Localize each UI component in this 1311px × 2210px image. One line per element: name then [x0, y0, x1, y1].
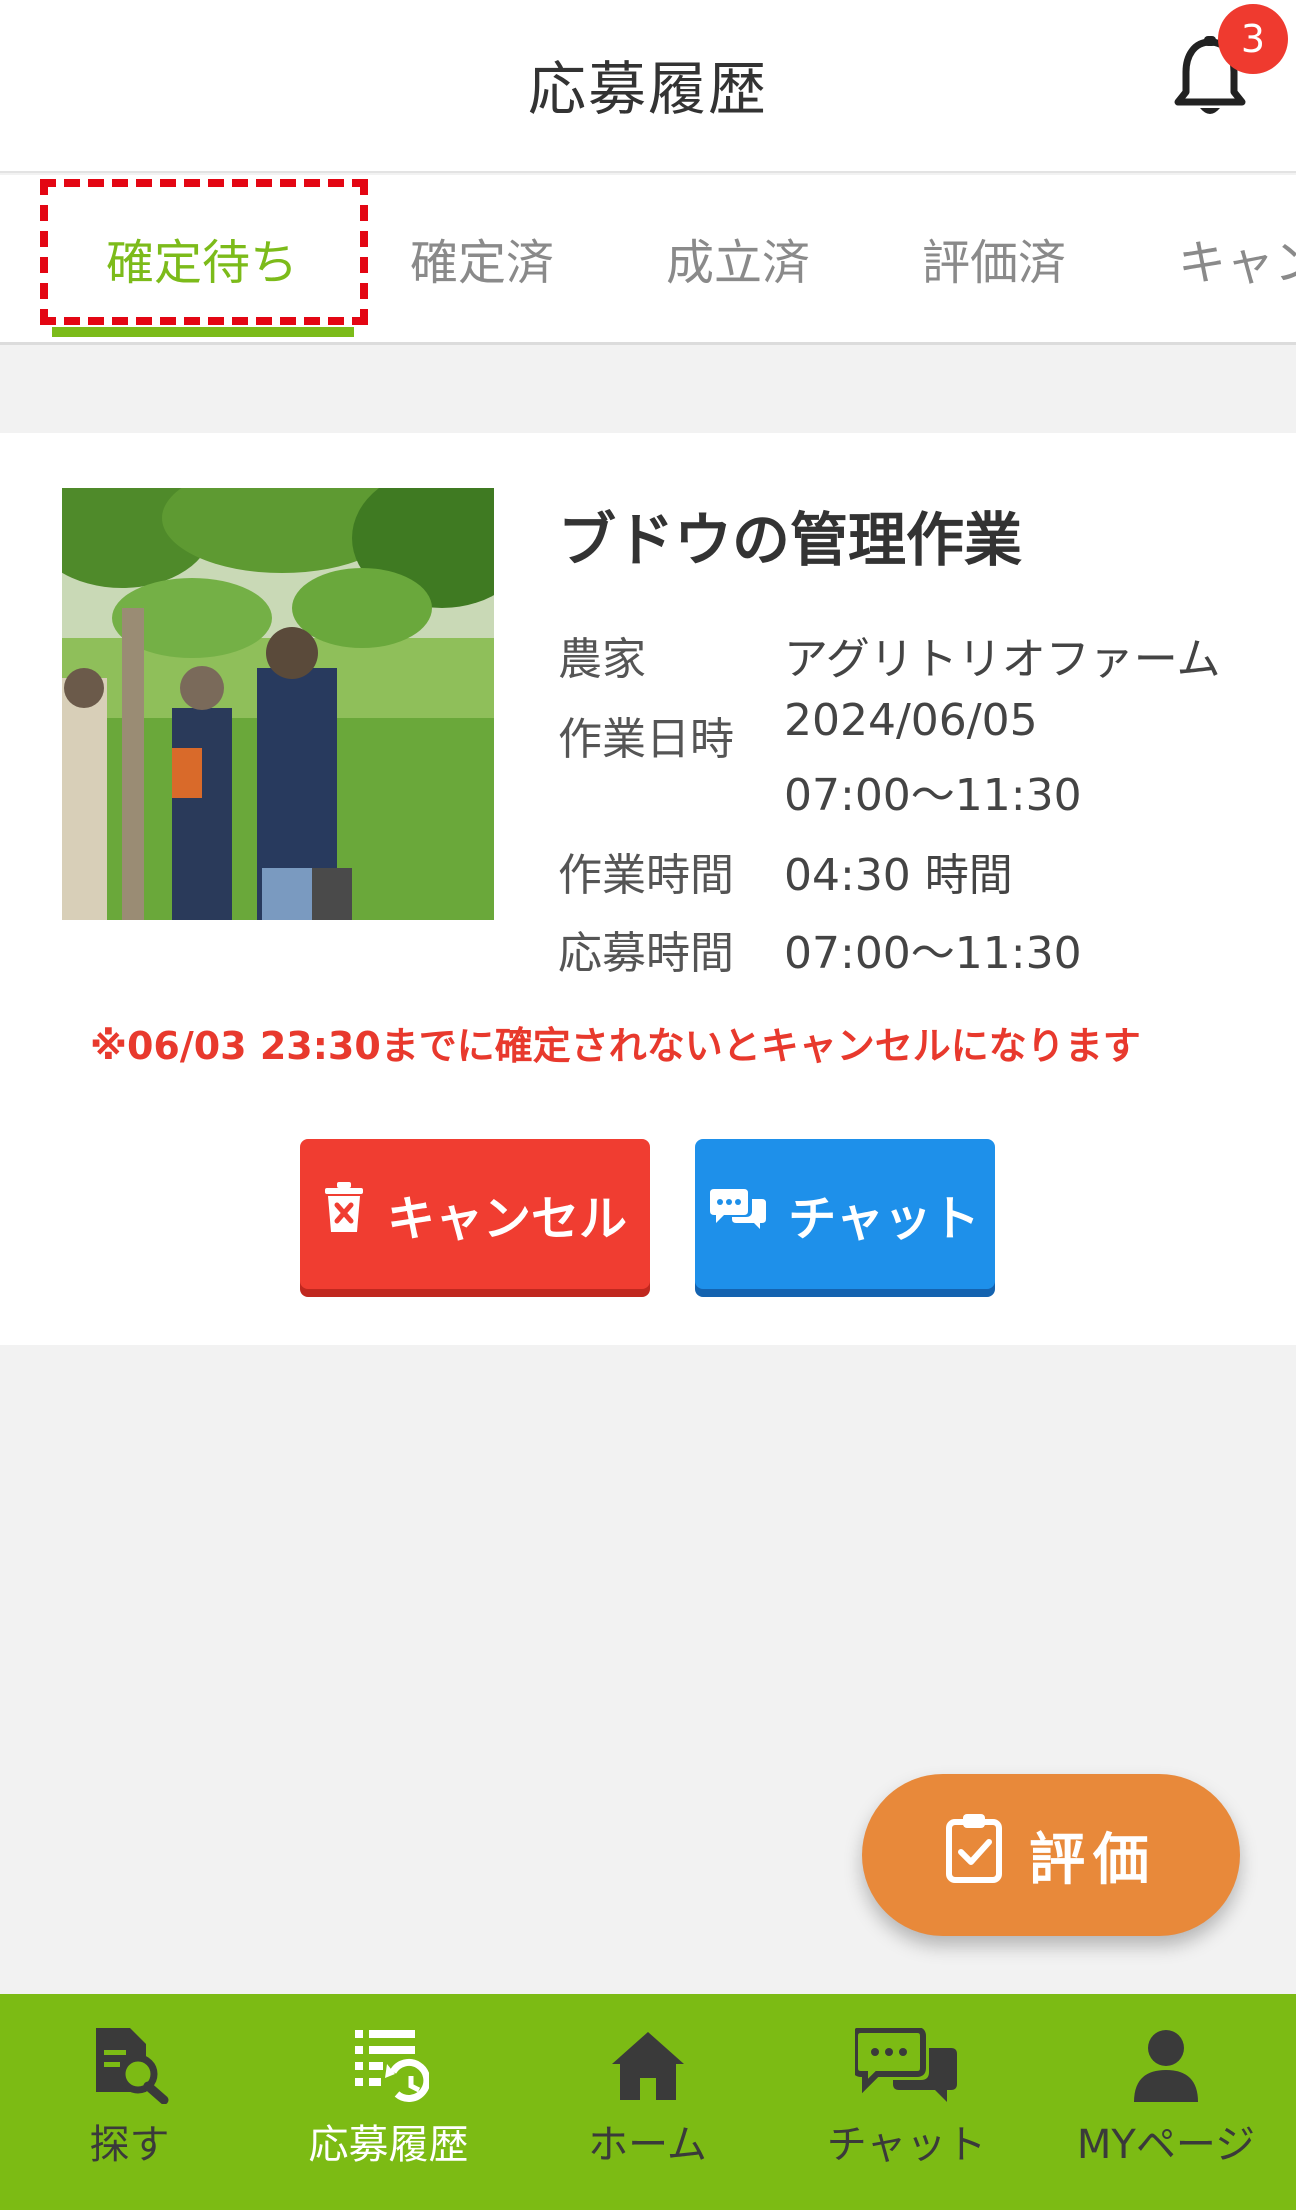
farm-value: アグリトリオファーム — [784, 634, 1221, 685]
nav-history-label: 応募履歴 — [308, 2122, 469, 2168]
application-time-value: 07:00〜11:30 — [784, 928, 1082, 979]
review-fab-label: 評価 — [1029, 1827, 1157, 1893]
job-photo[interactable] — [62, 488, 494, 920]
cancel-deadline-warning: ※06/03 23:30までに確定されないとキャンセルになります — [90, 1024, 1141, 1068]
spacer-band — [0, 345, 1296, 433]
right-gutter — [1296, 0, 1311, 2210]
tab-highlight-annotation — [40, 179, 368, 325]
work-time-value: 07:00〜11:30 — [784, 770, 1082, 821]
nav-home[interactable]: ホーム — [518, 1994, 777, 2210]
chat-button-label: チャット — [788, 1191, 980, 1247]
nav-search[interactable]: 探す — [0, 1994, 259, 2210]
work-duration-label: 作業時間 — [558, 850, 734, 901]
tab-completed[interactable]: 成立済 — [666, 223, 810, 293]
clipboard-check-icon — [945, 1812, 1003, 1898]
user-icon — [1126, 2028, 1206, 2108]
home-icon — [608, 2028, 688, 2108]
chat-bubbles-icon — [851, 2027, 959, 2108]
job-card[interactable]: ブドウの管理作業 農家 アグリトリオファーム 作業日時 2024/06/05 0… — [0, 433, 1296, 1345]
work-datetime-label: 作業日時 — [558, 714, 734, 765]
header: 応募履歴 3 — [0, 0, 1296, 173]
review-fab[interactable]: 評価 — [862, 1774, 1240, 1936]
work-duration-value: 04:30 時間 — [784, 850, 1013, 901]
farm-label: 農家 — [558, 634, 646, 685]
work-date-value: 2024/06/05 — [784, 695, 1038, 746]
app-screen: 応募履歴 3 確定待ち 確定済 成立済 評価済 キャンセル — [0, 0, 1296, 2210]
chat-button[interactable]: チャット — [695, 1139, 995, 1289]
trash-icon — [323, 1182, 365, 1246]
bottom-nav: 探す 応募履歴 ホーム チャット MYページ — [0, 1994, 1296, 2210]
nav-chat-label: チャット — [826, 2122, 987, 2168]
search-doc-icon — [90, 2028, 170, 2108]
cancel-button-label: キャンセル — [386, 1191, 627, 1247]
nav-history[interactable]: 応募履歴 — [259, 1994, 518, 2210]
nav-mypage-label: MYページ — [1076, 2122, 1256, 2168]
application-time-label: 応募時間 — [558, 928, 734, 979]
nav-home-label: ホーム — [588, 2122, 707, 2168]
tab-cancelled[interactable]: キャンセル — [1178, 223, 1296, 293]
tab-confirmed[interactable]: 確定済 — [410, 223, 554, 293]
history-list-icon — [349, 2028, 430, 2108]
chat-bubbles-icon — [710, 1185, 767, 1243]
status-tabs: 確定待ち 確定済 成立済 評価済 キャンセル — [0, 175, 1296, 345]
page-title: 応募履歴 — [527, 55, 768, 123]
nav-search-label: 探す — [89, 2122, 170, 2168]
notification-badge: 3 — [1218, 4, 1288, 74]
cancel-button[interactable]: キャンセル — [300, 1139, 650, 1289]
nav-mypage[interactable]: MYページ — [1036, 1994, 1296, 2210]
active-tab-underline — [52, 327, 354, 337]
tab-reviewed[interactable]: 評価済 — [922, 223, 1066, 293]
job-title: ブドウの管理作業 — [558, 506, 1023, 574]
nav-chat[interactable]: チャット — [777, 1994, 1036, 2210]
